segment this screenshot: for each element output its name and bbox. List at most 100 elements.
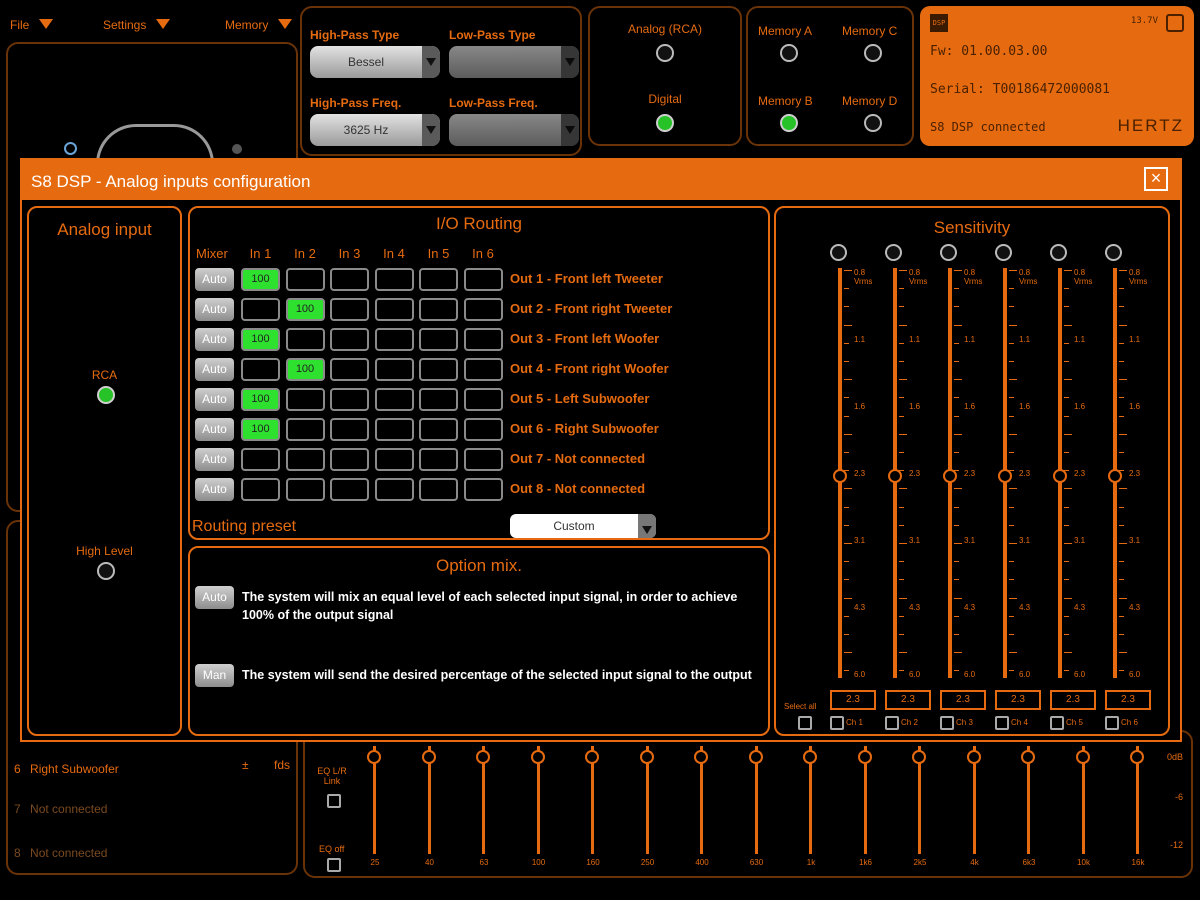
memory-a-radio[interactable] (780, 44, 798, 62)
hp-type-select[interactable]: Bessel (310, 46, 440, 78)
row-mixer-auto-button[interactable]: Auto (195, 478, 234, 501)
channel-select-checkbox[interactable] (885, 716, 899, 730)
routing-cell[interactable] (419, 388, 458, 411)
routing-cell[interactable]: 100 (241, 268, 280, 291)
eq-slider-knob[interactable] (585, 750, 599, 764)
row-mixer-auto-button[interactable]: Auto (195, 268, 234, 291)
row-mixer-auto-button[interactable]: Auto (195, 448, 234, 471)
routing-cell[interactable] (419, 298, 458, 321)
eq-slider-knob[interactable] (912, 750, 926, 764)
routing-cell[interactable] (419, 478, 458, 501)
sensitivity-value-field[interactable]: 2.3 (940, 690, 986, 710)
routing-cell[interactable] (330, 478, 369, 501)
channel-link-radio[interactable] (1105, 244, 1122, 261)
sensitivity-value-field[interactable]: 2.3 (885, 690, 931, 710)
sensitivity-slider-knob[interactable] (888, 469, 902, 483)
analog-source-radio[interactable] (656, 44, 674, 62)
routing-cell[interactable] (285, 328, 325, 351)
channel-link-radio[interactable] (940, 244, 957, 261)
memory-b-radio[interactable] (780, 114, 798, 132)
routing-cell[interactable] (463, 448, 503, 471)
routing-cell[interactable] (419, 448, 458, 471)
manual-mode-button[interactable]: Man (195, 664, 234, 687)
sensitivity-slider-knob[interactable] (943, 469, 957, 483)
routing-cell[interactable] (419, 328, 458, 351)
eq-slider-knob[interactable] (748, 750, 763, 764)
eq-slider-knob[interactable] (367, 750, 381, 764)
routing-cell[interactable] (330, 358, 369, 381)
eq-slider-knob[interactable] (530, 750, 545, 764)
routing-cell[interactable]: 100 (241, 328, 280, 351)
channel-link-radio[interactable] (830, 244, 847, 261)
routing-cell[interactable] (241, 358, 280, 381)
routing-cell[interactable]: 100 (241, 418, 280, 441)
select-all-checkbox[interactable] (798, 716, 812, 730)
row-mixer-auto-button[interactable]: Auto (195, 388, 234, 411)
eq-off-checkbox[interactable] (327, 858, 341, 872)
routing-preset-select[interactable]: Custom (510, 514, 656, 538)
channel-select-checkbox[interactable] (995, 716, 1009, 730)
routing-cell[interactable] (285, 418, 325, 441)
sensitivity-slider-knob[interactable] (833, 469, 847, 483)
rca-radio[interactable] (97, 386, 115, 404)
routing-cell[interactable] (419, 268, 458, 291)
row-mixer-auto-button[interactable]: Auto (195, 358, 234, 381)
routing-cell[interactable] (241, 298, 280, 321)
eq-slider-knob[interactable] (639, 750, 654, 764)
channel-select-checkbox[interactable] (1105, 716, 1119, 730)
eq-slider-knob[interactable] (803, 750, 817, 764)
sensitivity-value-field[interactable]: 2.3 (1050, 690, 1096, 710)
lp-freq-select[interactable] (449, 114, 579, 146)
routing-cell[interactable] (285, 478, 325, 501)
row-mixer-auto-button[interactable]: Auto (195, 328, 234, 351)
sensitivity-value-field[interactable]: 2.3 (995, 690, 1041, 710)
file-menu[interactable]: File (10, 18, 53, 32)
routing-cell[interactable] (374, 418, 414, 441)
sensitivity-value-field[interactable]: 2.3 (830, 690, 876, 710)
routing-cell[interactable] (374, 448, 414, 471)
eq-slider-knob[interactable] (694, 750, 708, 764)
routing-cell[interactable]: 100 (285, 358, 325, 381)
close-button[interactable]: × (1144, 167, 1168, 191)
eq-slider-knob[interactable] (421, 750, 436, 764)
digital-source-radio[interactable] (656, 114, 674, 132)
routing-cell[interactable] (374, 298, 414, 321)
routing-cell[interactable] (241, 478, 280, 501)
routing-cell[interactable]: 100 (285, 298, 325, 321)
channel-link-radio[interactable] (995, 244, 1012, 261)
eq-slider-knob[interactable] (1021, 750, 1035, 764)
speaker-point-icon[interactable] (232, 144, 242, 154)
row-mixer-auto-button[interactable]: Auto (195, 418, 234, 441)
routing-cell[interactable] (463, 328, 503, 351)
eq-link-checkbox[interactable] (327, 794, 341, 808)
routing-cell[interactable] (330, 418, 369, 441)
routing-cell[interactable] (374, 268, 414, 291)
list-item[interactable]: 7 Not connected (14, 802, 107, 816)
row-mixer-auto-button[interactable]: Auto (195, 298, 234, 321)
routing-cell[interactable] (330, 298, 369, 321)
list-item[interactable]: 6 Right Subwoofer (14, 762, 119, 776)
sensitivity-value-field[interactable]: 2.3 (1105, 690, 1151, 710)
high-level-radio[interactable] (97, 562, 115, 580)
channel-select-checkbox[interactable] (1050, 716, 1064, 730)
routing-cell[interactable] (463, 478, 503, 501)
routing-cell[interactable] (285, 268, 325, 291)
routing-cell[interactable] (285, 388, 325, 411)
channel-link-radio[interactable] (885, 244, 902, 261)
routing-cell[interactable] (463, 298, 503, 321)
routing-cell[interactable] (463, 268, 503, 291)
routing-cell[interactable] (419, 418, 458, 441)
lp-type-select[interactable] (449, 46, 579, 78)
channel-select-checkbox[interactable] (940, 716, 954, 730)
list-item[interactable]: 8 Not connected (14, 846, 107, 860)
routing-cell[interactable] (463, 358, 503, 381)
channel-select-checkbox[interactable] (830, 716, 844, 730)
settings-menu[interactable]: Settings (103, 18, 170, 32)
sensitivity-slider-knob[interactable] (1108, 469, 1122, 483)
eq-slider-knob[interactable] (1130, 750, 1144, 764)
eq-slider-knob[interactable] (966, 750, 981, 764)
routing-cell[interactable] (463, 418, 503, 441)
routing-cell[interactable] (374, 478, 414, 501)
eq-slider-knob[interactable] (1075, 750, 1090, 764)
auto-mode-button[interactable]: Auto (195, 586, 234, 609)
